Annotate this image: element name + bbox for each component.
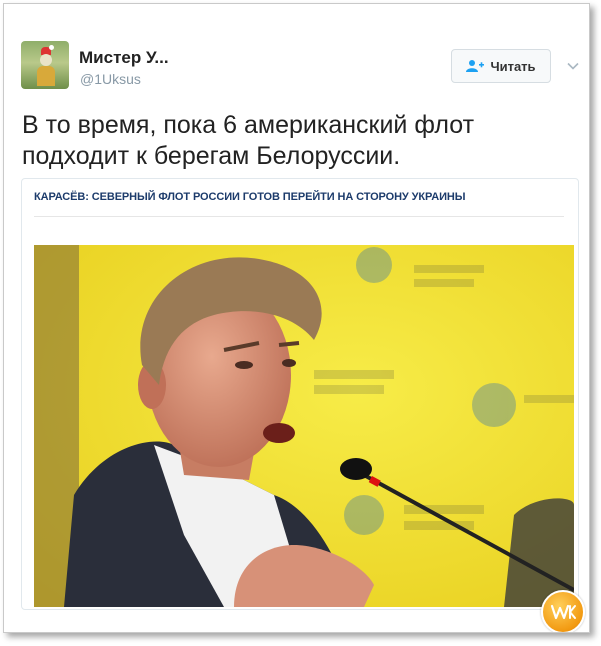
avatar-head bbox=[40, 54, 52, 66]
tweet-text: В то время, пока 6 американский флот под… bbox=[22, 111, 475, 170]
author-display-name[interactable]: Мистер У... bbox=[79, 48, 169, 68]
author-handle[interactable]: @1Uksus bbox=[80, 71, 141, 87]
tweet-embed: Мистер У... @1Uksus Читать В то время, п… bbox=[3, 3, 590, 633]
site-logo-watermark bbox=[541, 590, 585, 632]
avatar-coat bbox=[37, 66, 55, 86]
card-headline[interactable]: КАРАСЁВ: СЕВЕРНЫЙ ФЛОТ РОССИИ ГОТОВ ПЕРЕ… bbox=[34, 191, 564, 203]
follow-button-label: Читать bbox=[490, 58, 536, 74]
follow-button[interactable]: Читать bbox=[451, 49, 551, 83]
avatar-pompom bbox=[49, 45, 54, 50]
card-photo[interactable] bbox=[34, 245, 574, 607]
link-card[interactable]: КАРАСЁВ: СЕВЕРНЫЙ ФЛОТ РОССИИ ГОТОВ ПЕРЕ… bbox=[21, 178, 579, 610]
author-avatar[interactable] bbox=[21, 41, 69, 89]
person-add-icon bbox=[466, 59, 485, 73]
card-divider bbox=[34, 216, 564, 217]
chevron-down-icon[interactable] bbox=[566, 59, 580, 73]
